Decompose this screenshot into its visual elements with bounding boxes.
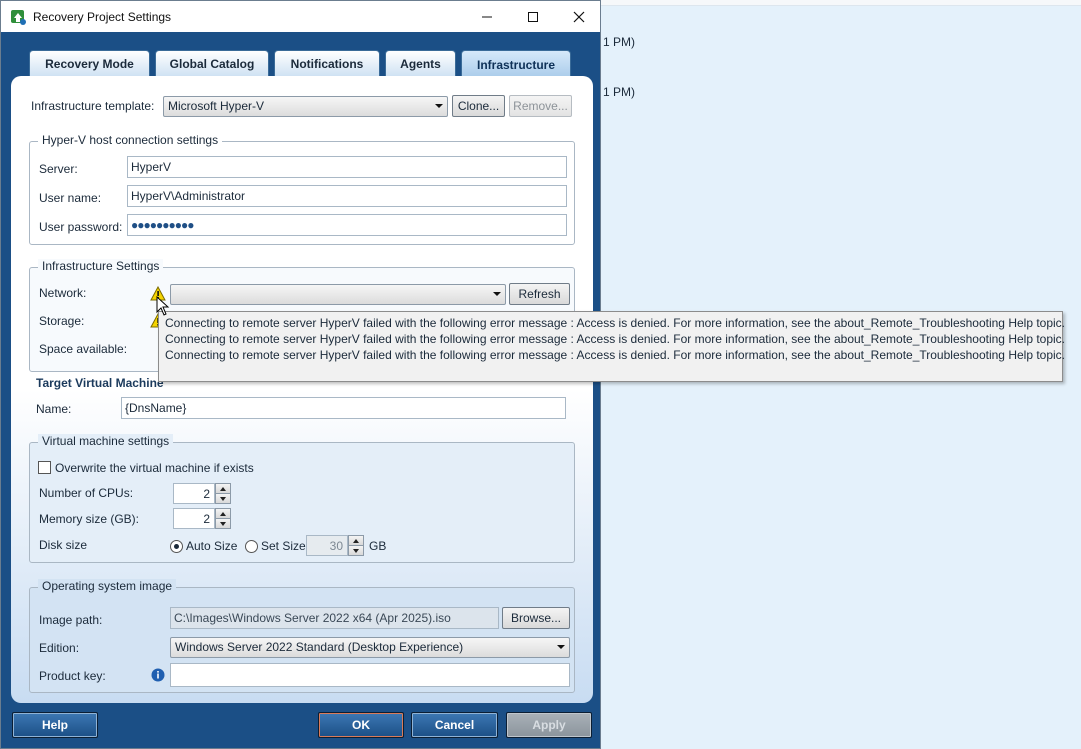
vm-name-label: Name:: [36, 402, 72, 416]
clone-button[interactable]: Clone...: [452, 95, 505, 117]
template-select-value: Microsoft Hyper-V: [168, 99, 265, 113]
app-icon: [9, 8, 27, 26]
set-size-label: Set Size: [261, 539, 306, 553]
apply-button[interactable]: Apply: [506, 712, 592, 738]
overwrite-checkbox[interactable]: [38, 461, 51, 474]
window-title: Recovery Project Settings: [33, 9, 172, 24]
vm-settings-title: Virtual machine settings: [38, 434, 174, 448]
tooltip-line: Connecting to remote server HyperV faile…: [165, 348, 1066, 362]
disk-size-stepper[interactable]: 30: [306, 535, 364, 556]
tab-notifications[interactable]: Notifications: [274, 50, 380, 76]
password-label: User password:: [39, 220, 123, 234]
cpus-decrement-button[interactable]: [215, 493, 231, 504]
help-button[interactable]: Help: [12, 712, 98, 738]
target-vm-heading: Target Virtual Machine: [36, 376, 164, 390]
edition-label: Edition:: [39, 641, 80, 655]
image-path-input[interactable]: C:\Images\Windows Server 2022 x64 (Apr 2…: [170, 607, 499, 629]
disk-size-decrement-button[interactable]: [348, 545, 364, 556]
tab-agents[interactable]: Agents: [385, 50, 456, 76]
disk-size-label: Disk size: [39, 538, 88, 552]
cpus-label: Number of CPUs:: [39, 486, 134, 500]
network-select[interactable]: [170, 284, 506, 305]
set-size-radio[interactable]: [245, 540, 258, 553]
cancel-button[interactable]: Cancel: [411, 712, 498, 738]
background-text-2: 1 PM): [603, 85, 636, 99]
cpus-value[interactable]: 2: [173, 483, 215, 504]
username-input[interactable]: HyperV\Administrator: [127, 185, 567, 207]
password-input[interactable]: ●●●●●●●●●●: [127, 214, 567, 236]
memory-decrement-button[interactable]: [215, 518, 231, 529]
overwrite-label: Overwrite the virtual machine if exists: [55, 461, 254, 475]
infrastructure-settings-title: Infrastructure Settings: [38, 259, 164, 273]
edition-select-value: Windows Server 2022 Standard (Desktop Ex…: [175, 640, 464, 654]
os-image-title: Operating system image: [38, 579, 177, 593]
memory-label: Memory size (GB):: [39, 512, 140, 526]
maximize-button[interactable]: [510, 1, 556, 32]
remove-button[interactable]: Remove...: [509, 95, 572, 117]
network-label: Network:: [39, 286, 87, 300]
info-icon[interactable]: [151, 668, 165, 682]
server-input[interactable]: HyperV: [127, 156, 567, 178]
vm-name-input[interactable]: {DnsName}: [121, 397, 566, 419]
background-window-topband: [601, 0, 1081, 6]
cpus-stepper[interactable]: 2: [173, 483, 231, 504]
mouse-cursor-icon: [156, 295, 170, 316]
minimize-button[interactable]: [464, 1, 510, 32]
auto-size-radio[interactable]: [170, 540, 183, 553]
space-available-label: Space available:: [39, 342, 128, 356]
server-label: Server:: [39, 162, 78, 176]
image-path-label: Image path:: [39, 613, 103, 627]
tab-infrastructure[interactable]: Infrastructure: [461, 50, 571, 78]
template-label: Infrastructure template:: [31, 99, 155, 113]
background-text-1: 1 PM): [603, 35, 636, 49]
username-label: User name:: [39, 191, 102, 205]
memory-stepper[interactable]: 2: [173, 508, 231, 529]
refresh-button[interactable]: Refresh: [509, 283, 570, 305]
edition-select[interactable]: Windows Server 2022 Standard (Desktop Ex…: [170, 637, 570, 658]
chevron-down-icon: [435, 104, 443, 108]
chevron-down-icon: [493, 292, 501, 296]
disk-unit-label: GB: [369, 539, 387, 553]
tooltip-line: Connecting to remote server HyperV faile…: [165, 316, 1066, 330]
browse-button[interactable]: Browse...: [502, 607, 570, 629]
title-bar[interactable]: Recovery Project Settings: [1, 1, 600, 32]
tooltip-line: Connecting to remote server HyperV faile…: [165, 332, 1066, 346]
product-key-input[interactable]: [170, 663, 570, 687]
close-button[interactable]: [556, 1, 602, 32]
error-tooltip: Connecting to remote server HyperV faile…: [158, 311, 1066, 382]
tab-recovery-mode[interactable]: Recovery Mode: [29, 50, 150, 76]
product-key-label: Product key:: [39, 669, 106, 683]
storage-label: Storage:: [39, 314, 85, 328]
host-connection-title: Hyper-V host connection settings: [38, 133, 223, 147]
ok-button[interactable]: OK: [318, 712, 404, 738]
memory-value[interactable]: 2: [173, 508, 215, 529]
disk-size-value[interactable]: 30: [306, 535, 348, 556]
template-select[interactable]: Microsoft Hyper-V: [163, 96, 448, 117]
tab-global-catalog[interactable]: Global Catalog: [155, 50, 269, 76]
chevron-down-icon: [557, 645, 565, 649]
auto-size-label: Auto Size: [186, 539, 238, 553]
